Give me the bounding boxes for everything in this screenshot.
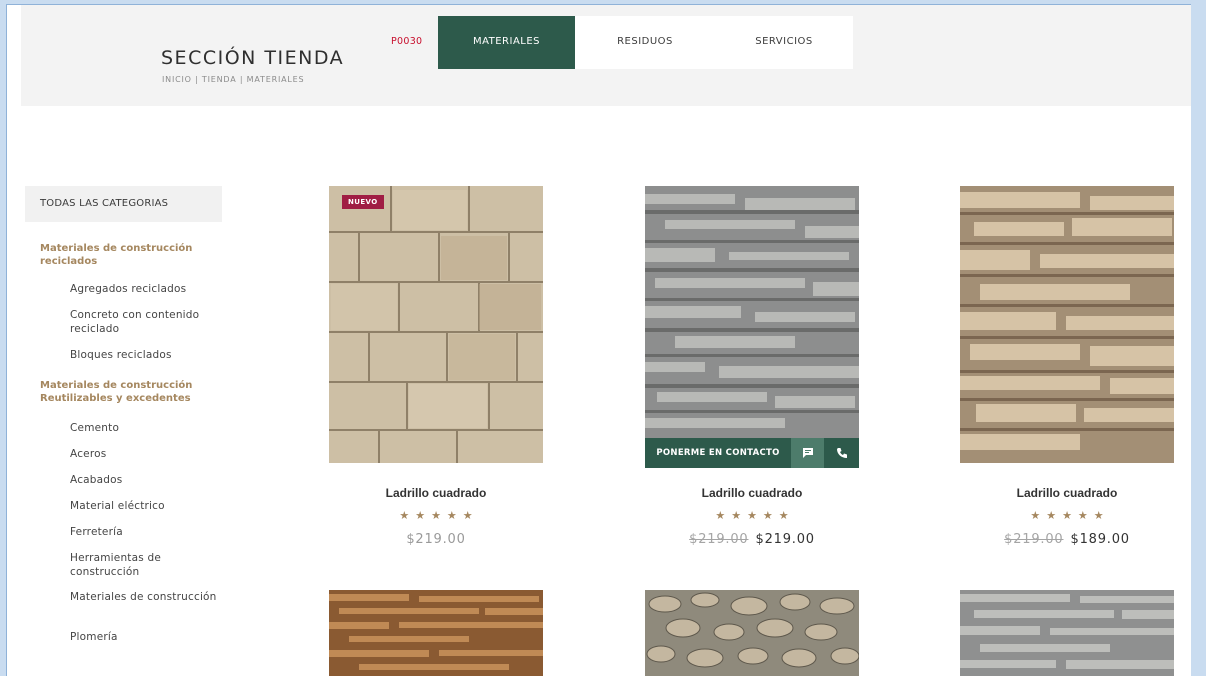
price-1: $219.00	[329, 532, 543, 547]
contact-button[interactable]: PONERME EN CONTACTO	[645, 438, 791, 468]
product-title-1[interactable]: Ladrillo cuadrado	[329, 486, 543, 500]
product-image-5[interactable]	[645, 590, 859, 676]
current-price-2: $219.00	[755, 532, 815, 547]
tab-materiales[interactable]: MATERIALES	[438, 16, 575, 69]
old-price-2: $219.00	[689, 532, 749, 547]
sidebar-item-materiales-construccion[interactable]: Materiales de construcción	[70, 591, 220, 605]
chat-icon[interactable]	[791, 438, 824, 468]
phone-icon[interactable]	[824, 438, 859, 468]
sidebar-item-herramientas[interactable]: Herramientas de construcción	[70, 552, 220, 579]
product-image-6[interactable]	[960, 590, 1174, 676]
product-image-1[interactable]	[329, 186, 543, 463]
product-title-2[interactable]: Ladrillo cuadrado	[645, 486, 859, 500]
sidebar-item-acabados[interactable]: Acabados	[70, 474, 220, 488]
current-price-3: $189.00	[1070, 532, 1130, 547]
main-nav: MATERIALES RESIDUOS SERVICIOS	[438, 16, 853, 69]
all-categories-header[interactable]: TODAS LAS CATEGORIAS	[25, 186, 222, 222]
product-image-4[interactable]	[329, 590, 543, 676]
sidebar-item-concreto[interactable]: Concreto con contenido reciclado	[70, 309, 220, 336]
tab-servicios[interactable]: SERVICIOS	[715, 16, 853, 69]
page-header: SECCIÓN TIENDA INICIO | TIENDA | MATERIA…	[21, 5, 1191, 106]
sidebar-item-cemento[interactable]: Cemento	[70, 422, 220, 436]
current-price-1: $219.00	[406, 532, 466, 547]
sidebar-item-ferreteria[interactable]: Ferretería	[70, 526, 220, 540]
rating-stars-2: ★★★★★	[715, 509, 795, 522]
page-title: SECCIÓN TIENDA	[161, 47, 345, 69]
sidebar-item-material-electrico[interactable]: Material eléctrico	[70, 500, 220, 514]
category-recycled[interactable]: Materiales de construcción reciclados	[40, 243, 210, 268]
section-code: P0030	[391, 36, 423, 47]
product-image-3[interactable]	[960, 186, 1174, 463]
new-badge: NUEVO	[342, 195, 384, 209]
product-title-3[interactable]: Ladrillo cuadrado	[960, 486, 1174, 500]
price-2: $219.00 $219.00	[645, 532, 859, 547]
tab-residuos[interactable]: RESIDUOS	[575, 16, 715, 69]
old-price-3: $219.00	[1004, 532, 1064, 547]
price-3: $219.00 $189.00	[960, 532, 1174, 547]
sidebar-item-bloques[interactable]: Bloques reciclados	[70, 349, 220, 363]
breadcrumb: INICIO | TIENDA | MATERIALES	[162, 75, 305, 84]
rating-stars-1: ★★★★★	[399, 509, 479, 522]
product-image-2[interactable]	[645, 186, 859, 468]
sidebar-item-aceros[interactable]: Aceros	[70, 448, 220, 462]
sidebar-item-agregados[interactable]: Agregados reciclados	[70, 283, 220, 297]
category-reusable[interactable]: Materiales de construcción Reutilizables…	[40, 380, 210, 405]
sidebar-item-plomeria[interactable]: Plomería	[70, 631, 220, 645]
contact-bar: PONERME EN CONTACTO	[645, 438, 859, 468]
browser-viewport: SECCIÓN TIENDA INICIO | TIENDA | MATERIA…	[6, 4, 1191, 676]
rating-stars-3: ★★★★★	[1030, 509, 1110, 522]
